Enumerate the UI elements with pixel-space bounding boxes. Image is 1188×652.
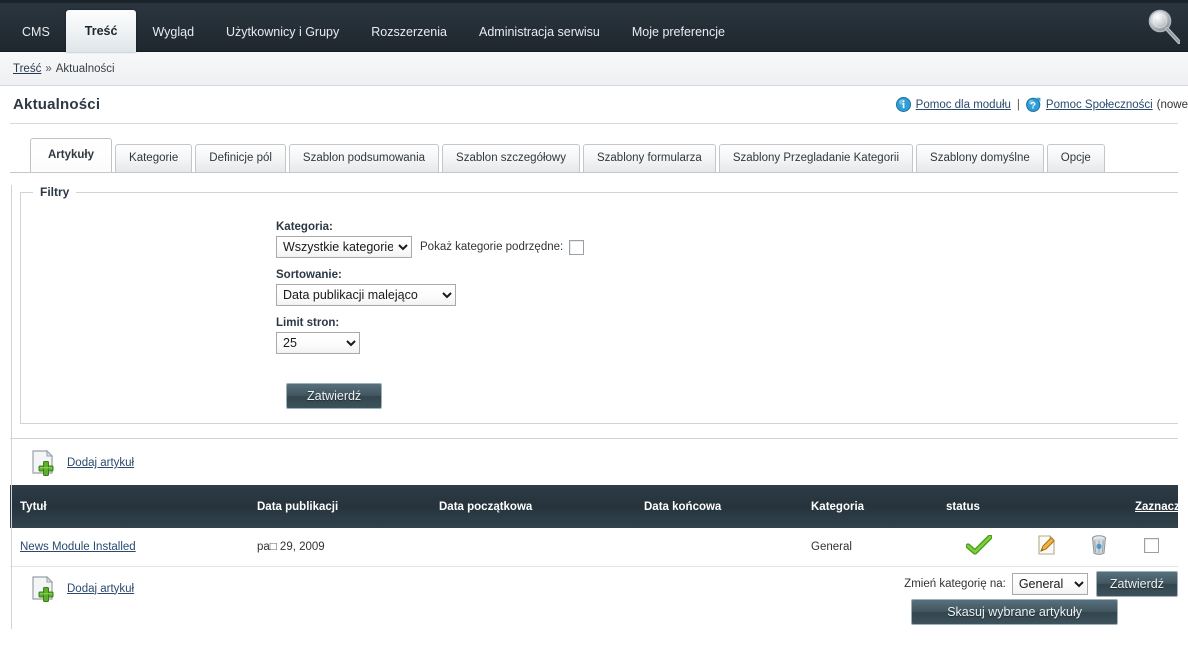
select-all-link[interactable]: Zaznacz [1135,501,1180,513]
category-select[interactable]: Wszystkie kategorie [276,236,412,258]
filters-form: Kategoria: Wszystkie kategorie Pokaż kat… [276,207,1178,354]
content-panel: Filtry Kategoria: Wszystkie kategorie Po… [0,185,1188,629]
change-category-bar: Zmień kategorię na: General Zatwierdź [904,570,1178,597]
page-title: Aktualności [13,96,101,113]
tab-8[interactable]: Opcje [1046,144,1105,172]
limit-field-group: Limit stron: 25 [276,317,1178,354]
tab-3[interactable]: Szablon podsumowania [288,144,440,172]
nav-item-2[interactable]: Wygląd [136,12,210,52]
nav-item-3[interactable]: Użytkownicy i Grupy [210,12,355,52]
content-left-rule [11,185,12,629]
column-header-publication: Data publikacji [247,485,429,528]
add-article-link-bottom[interactable]: Dodaj artykuł [67,583,134,595]
category-label: Kategoria: [276,221,333,233]
articles-table-head: Tytuł Data publikacji Data początkowa Da… [10,485,1180,528]
sort-field-group: Sortowanie: Data publikacji malejąco [276,269,1178,306]
table-row: News Module Installed pa□ 29, 2009 General [10,528,1178,567]
column-header-category: Kategoria [801,485,936,528]
breadcrumb-root-link[interactable]: Treść [13,63,41,75]
cell-delete [1073,528,1125,567]
help-links-separator: | [1016,98,1020,111]
column-header-end-date: Data końcowa [634,485,801,528]
articles-table: Tytuł Data publikacji Data początkowa Da… [10,485,1180,567]
nav-item-5[interactable]: Administracja serwisu [463,12,616,52]
trash-icon[interactable] [1089,535,1109,559]
add-article-top[interactable]: Dodaj artykuł [10,439,1178,485]
question-icon: ? [1026,97,1041,112]
change-category-select[interactable]: General [1011,572,1088,595]
filters-legend: Filtry [40,185,70,199]
tab-7[interactable]: Szablony domyślne [916,144,1044,172]
top-nav-items: CMS Treść Wygląd Użytkownicy i Grupy Rozszer… [0,0,1188,52]
sort-label: Sortowanie: [276,269,342,281]
limit-label: Limit stron: [276,317,340,329]
article-title-link[interactable]: News Module Installed [20,541,136,553]
table-footer-actions: Dodaj artykuł Zmień kategorię na: Genera… [10,567,1178,629]
info-icon [895,97,911,112]
delete-selected-button[interactable]: Skasuj wybrane artykuły [911,598,1118,625]
help-module-link[interactable]: Pomoc dla modułu [916,99,1011,111]
breadcrumb-separator: » [45,62,52,75]
help-community-suffix: (nowe [1156,98,1188,111]
help-community-link[interactable]: Pomoc Społeczności [1046,99,1153,111]
green-check-icon[interactable] [964,534,993,558]
tab-4[interactable]: Szablon szczegółowy [442,144,580,172]
category-field-group: Kategoria: Wszystkie kategorie Pokaż kat… [276,221,1178,258]
cell-title: News Module Installed [10,528,247,567]
tab-strip: Artykuły Kategorie Definicje pól Szablon po… [0,138,1188,172]
nav-item-0[interactable]: CMS [6,12,66,52]
articles-table-body: News Module Installed pa□ 29, 2009 General [10,528,1178,567]
table-header-row: Tytuł Data publikacji Data początkowa Da… [10,485,1180,528]
cell-category: General [801,528,936,567]
delete-selected-bar: Skasuj wybrane artykuły [911,598,1118,625]
column-header-select-all: Zaznacz [1125,485,1180,528]
row-checkbox[interactable] [1144,537,1159,553]
breadcrumb-current: Aktualności [55,62,115,75]
show-subcategories-checkbox[interactable] [569,239,585,255]
show-subcategories-label: Pokaż kategorie podrzędne: [420,241,564,253]
help-links: Pomoc dla modułu | ? Pomoc Społeczności … [895,97,1188,112]
tab-underline [10,172,1178,173]
search-icon[interactable] [1140,6,1181,46]
svg-text:?: ? [1030,100,1036,111]
apply-filters-button[interactable]: Zatwierdź [286,383,383,409]
tab-1[interactable]: Kategorie [115,144,193,172]
top-navigation-bar: CMS Treść Wygląd Użytkownicy i Grupy Rozszer… [0,0,1188,52]
tab-5[interactable]: Szablony formularza [582,144,716,172]
cell-start-date [429,528,634,567]
column-header-status: status [936,485,1021,528]
nav-item-6[interactable]: Moje preferencje [616,12,741,52]
change-category-label: Zmień kategorię na: [904,577,1006,590]
column-header-start-date: Data początkowa [429,485,634,528]
nav-item-1[interactable]: Treść [65,10,137,52]
page-limit-select[interactable]: 25 [276,332,360,354]
page-header: Aktualności Pomoc dla modułu | ? Pomoc S… [0,86,1188,123]
column-header-title: Tytuł [10,485,247,528]
cell-edit [1021,528,1073,567]
column-header-edit [1021,485,1073,528]
add-document-icon [30,575,58,603]
tab-0[interactable]: Artykuły [30,138,113,172]
column-header-delete [1073,485,1125,528]
tab-2[interactable]: Definicje pól [195,144,286,172]
cell-select [1125,528,1178,567]
apply-category-button[interactable]: Zatwierdź [1095,570,1178,597]
edit-pencil-icon[interactable] [1036,535,1058,559]
cell-status [936,528,1021,567]
cell-publication-date: pa□ 29, 2009 [247,528,429,567]
sort-select[interactable]: Data publikacji malejąco [276,284,456,306]
add-document-icon [30,449,58,477]
cell-end-date [634,528,801,567]
add-article-link-top[interactable]: Dodaj artykuł [67,457,134,469]
filters-fieldset: Filtry Kategoria: Wszystkie kategorie Po… [20,185,1178,424]
tab-zone: Artykuły Kategorie Definicje pól Szablon po… [0,124,1188,173]
breadcrumb: Treść » Aktualności [0,52,1188,86]
nav-item-4[interactable]: Rozszerzenia [355,12,463,52]
tab-6[interactable]: Szablony Przegladanie Kategorii [718,144,914,172]
